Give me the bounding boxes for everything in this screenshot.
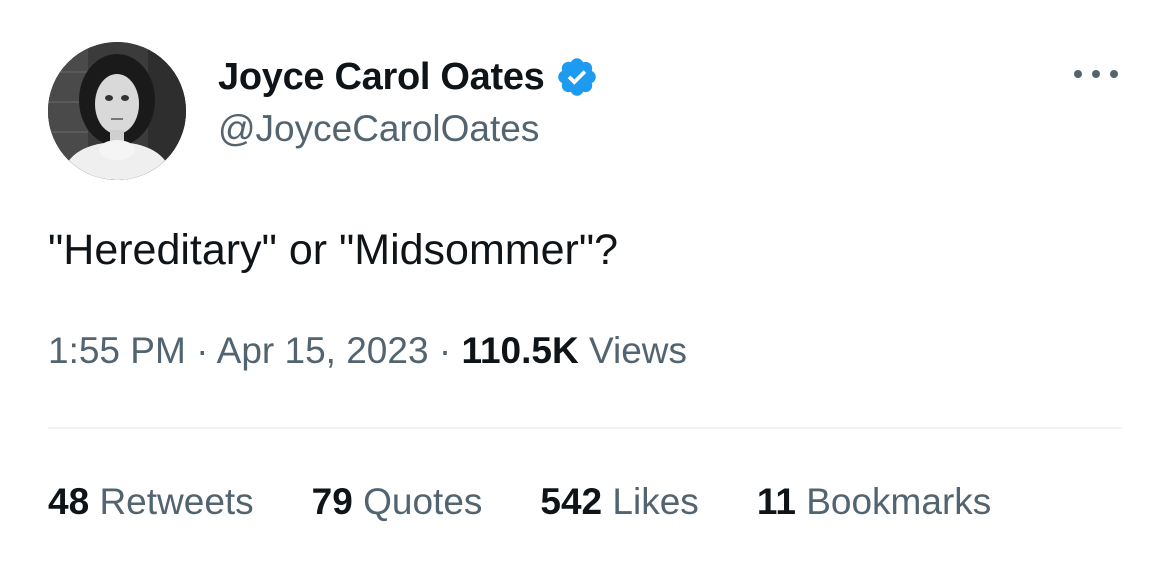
- views-count[interactable]: 110.5K: [461, 330, 578, 371]
- divider: [48, 427, 1122, 429]
- avatar-photo: [48, 42, 186, 180]
- more-options-icon[interactable]: [1074, 64, 1118, 84]
- stat-label: Quotes: [363, 481, 483, 522]
- more-dot: [1074, 70, 1082, 78]
- stat-quotes[interactable]: 79 Quotes: [312, 481, 483, 523]
- meta-separator: ·: [438, 330, 452, 371]
- stat-label: Retweets: [99, 481, 254, 522]
- tweet-time[interactable]: 1:55 PM: [48, 330, 186, 371]
- tweet-meta: 1:55 PM · Apr 15, 2023 · 110.5K Views: [48, 330, 687, 372]
- more-dot: [1110, 70, 1118, 78]
- author-info: Joyce Carol Oates @JoyceCarolOates: [218, 52, 599, 150]
- tweet-card: Joyce Carol Oates @JoyceCarolOates "Here…: [0, 0, 1170, 577]
- display-name[interactable]: Joyce Carol Oates: [218, 56, 545, 99]
- stat-retweets[interactable]: 48 Retweets: [48, 481, 254, 523]
- views-label: Views: [589, 330, 688, 371]
- stat-count: 79: [311, 481, 353, 522]
- tweet-date[interactable]: Apr 15, 2023: [217, 330, 429, 371]
- engagement-stats: 48 Retweets 79 Quotes 542 Likes 11 Bookm…: [48, 481, 1049, 523]
- handle[interactable]: @JoyceCarolOates: [218, 108, 599, 150]
- stat-count: 542: [540, 481, 603, 522]
- stat-count: 11: [756, 481, 796, 522]
- stat-label: Bookmarks: [806, 481, 992, 522]
- verified-badge-icon[interactable]: [555, 55, 599, 99]
- stat-label: Likes: [612, 481, 699, 522]
- stat-bookmarks[interactable]: 11 Bookmarks: [757, 481, 991, 523]
- avatar[interactable]: [48, 42, 186, 180]
- stat-likes[interactable]: 542 Likes: [540, 481, 698, 523]
- tweet-text: "Hereditary" or "Midsommer"?: [48, 226, 619, 274]
- more-dot: [1092, 70, 1100, 78]
- display-name-row: Joyce Carol Oates: [218, 52, 599, 102]
- stat-count: 48: [48, 481, 90, 522]
- meta-separator: ·: [196, 330, 209, 371]
